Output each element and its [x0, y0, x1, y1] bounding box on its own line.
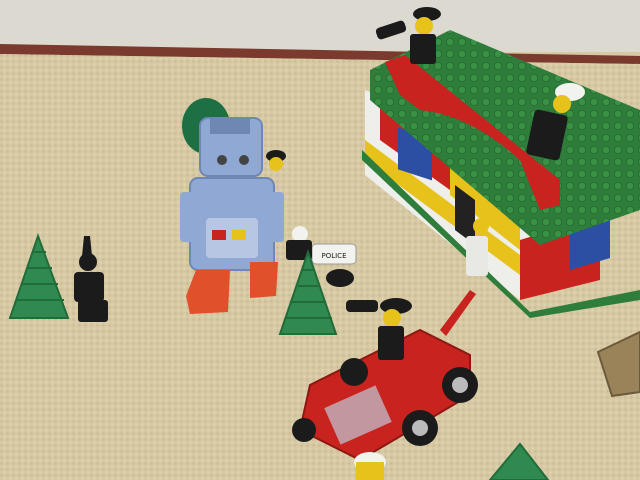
white-minifig-head-front [354, 452, 386, 480]
lego-scene-photo: POLICE [0, 0, 640, 480]
wall [0, 0, 640, 52]
police-sticker: POLICE [321, 252, 346, 260]
